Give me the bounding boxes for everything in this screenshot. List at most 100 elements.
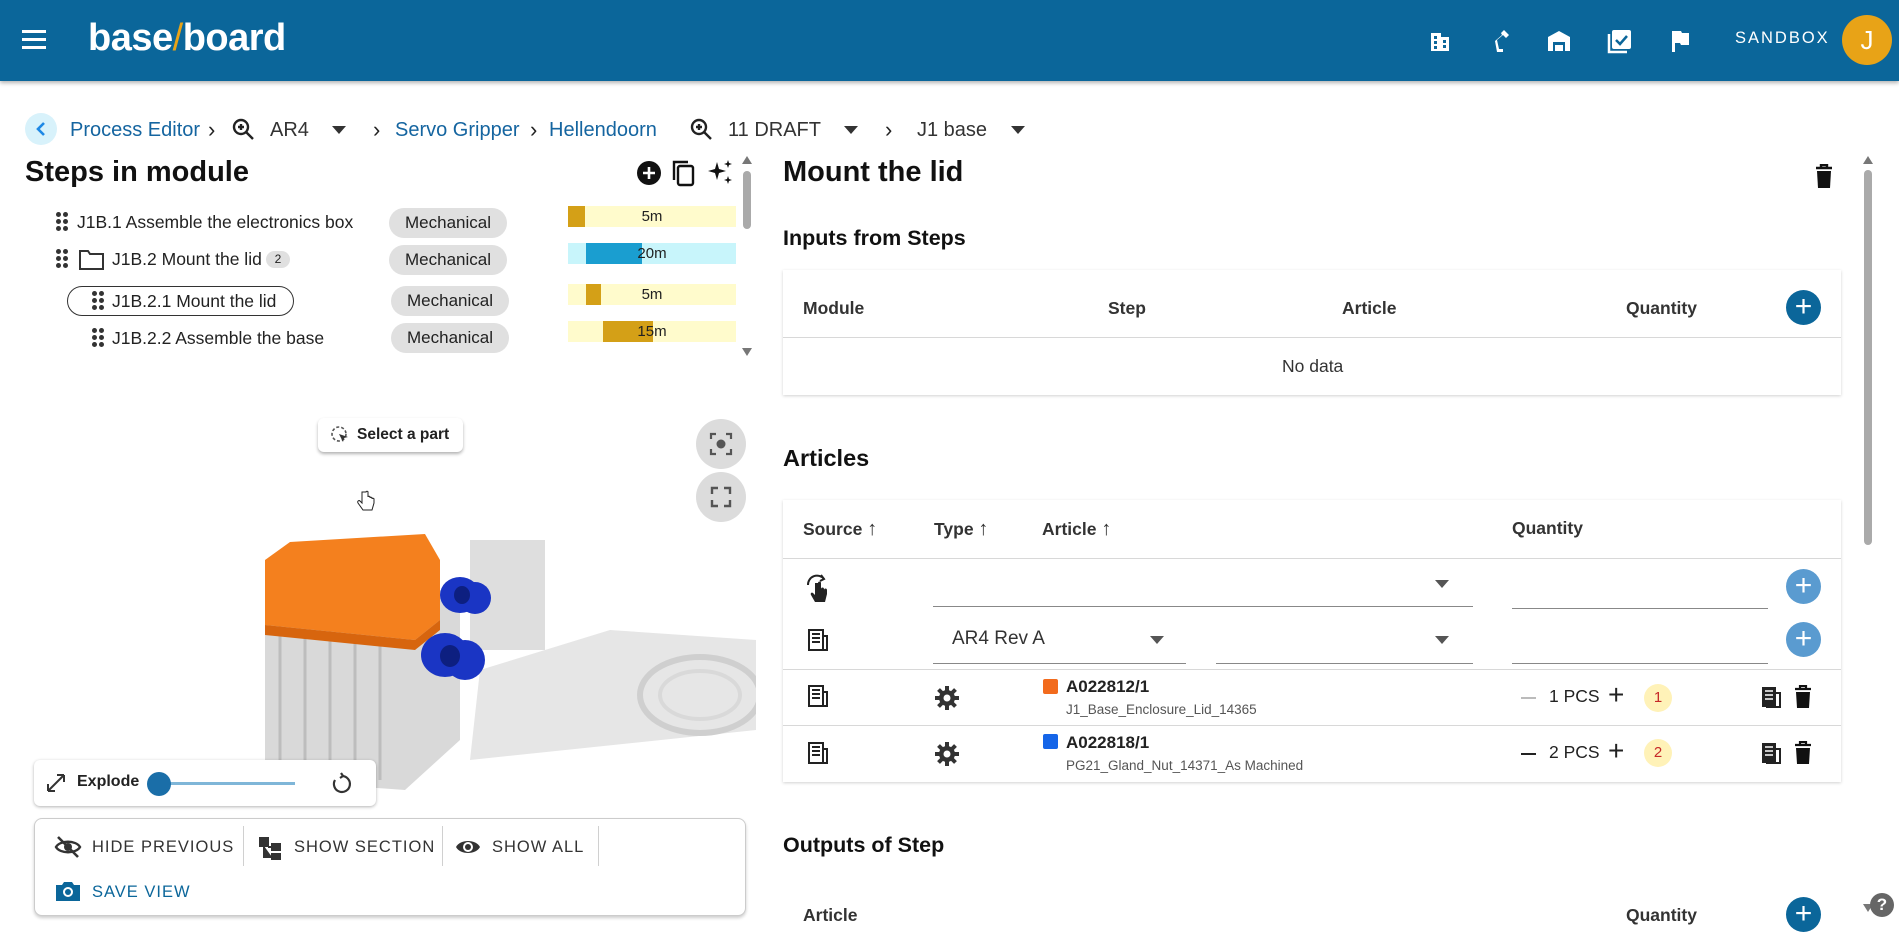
gear-icon <box>935 742 959 766</box>
delete-step-icon[interactable] <box>1813 164 1835 190</box>
article-code[interactable]: A022818/1 <box>1066 733 1149 753</box>
flag-icon[interactable] <box>1668 29 1692 53</box>
drag-handle-icon[interactable] <box>92 291 104 311</box>
breadcrumb-process-editor[interactable]: Process Editor <box>70 118 200 142</box>
ai-sparkle-icon[interactable] <box>705 158 735 188</box>
column-header-sortable[interactable]: Article ↑ <box>1042 518 1111 541</box>
steps-panel-title: Steps in module <box>25 156 249 188</box>
explode-slider-thumb[interactable] <box>147 772 171 796</box>
breadcrumb-module[interactable]: AR4 <box>270 118 309 142</box>
step-duration-bar: 15m <box>568 321 736 342</box>
hide-previous-button[interactable]: HIDE PREVIOUS <box>92 838 234 857</box>
step-detail-title: Mount the lid <box>783 156 964 188</box>
outputs-heading: Outputs of Step <box>783 833 945 857</box>
folder-icon <box>79 250 104 270</box>
hamburger-icon[interactable] <box>22 30 48 50</box>
step-label: J1B.2.2 Assemble the base <box>112 328 325 348</box>
revision-select-value[interactable]: AR4 Rev A <box>952 628 1045 650</box>
breadcrumb-version[interactable]: 11 DRAFT <box>728 118 821 142</box>
chevron-right-icon: › <box>530 117 538 142</box>
drag-handle-icon[interactable] <box>92 328 104 348</box>
decrement-button[interactable] <box>1521 697 1536 699</box>
eye-off-icon <box>54 836 82 858</box>
copy-icon[interactable] <box>670 158 698 188</box>
substep-count-badge: 2 <box>266 251 290 268</box>
dropdown-arrow-icon[interactable] <box>332 126 346 134</box>
dropdown-arrow-icon[interactable] <box>1150 636 1164 644</box>
bom-icon[interactable] <box>1759 685 1783 709</box>
zoom-in-icon[interactable] <box>232 118 256 142</box>
dropdown-arrow-icon[interactable] <box>844 126 858 134</box>
add-input-button[interactable]: + <box>1786 290 1821 325</box>
3d-model-render[interactable] <box>250 520 756 790</box>
detail-scrollbar[interactable] <box>1862 156 1874 916</box>
zoom-in-icon[interactable] <box>690 118 714 142</box>
hand-cursor-icon <box>357 490 375 511</box>
dropdown-arrow-icon[interactable] <box>1011 126 1025 134</box>
drag-handle-icon[interactable] <box>56 249 68 269</box>
step-label: J1B.2.1 Mount the lid <box>112 291 277 311</box>
explode-label: Explode <box>77 773 140 790</box>
fullscreen-button[interactable] <box>696 472 746 522</box>
articles-heading: Articles <box>783 445 870 471</box>
warehouse-icon[interactable] <box>1546 29 1572 53</box>
step-type-chip: Mechanical <box>391 286 509 316</box>
focus-selection-button[interactable] <box>696 419 746 469</box>
step-duration-bar: 5m <box>568 206 736 227</box>
quantity-input[interactable] <box>1512 608 1768 609</box>
bom-article-select[interactable] <box>1216 663 1473 664</box>
chevron-right-icon: › <box>373 117 381 142</box>
bom-source-icon <box>808 629 828 651</box>
app-logo[interactable]: base/board <box>88 16 286 60</box>
building-icon[interactable] <box>1428 29 1452 53</box>
column-header-sortable[interactable]: Type ↑ <box>934 518 988 541</box>
dropdown-arrow-icon[interactable] <box>1435 580 1449 588</box>
add-step-icon[interactable] <box>636 160 662 186</box>
divider <box>783 337 1841 338</box>
dropdown-arrow-icon[interactable] <box>1435 636 1449 644</box>
avatar[interactable]: J <box>1842 15 1892 65</box>
article-code[interactable]: A022812/1 <box>1066 677 1149 697</box>
breadcrumb-submodule[interactable]: J1 base <box>917 118 987 142</box>
environment-label: SANDBOX <box>1735 29 1830 47</box>
increment-button[interactable]: + <box>1608 680 1624 710</box>
breadcrumb-location[interactable]: Hellendoorn <box>549 118 657 142</box>
step-type-chip: Mechanical <box>389 245 507 275</box>
add-bom-article-button[interactable]: + <box>1786 622 1821 657</box>
breadcrumb-product[interactable]: Servo Gripper <box>395 118 520 142</box>
robot-arm-icon[interactable] <box>1487 28 1513 54</box>
chevron-left-icon <box>36 122 45 136</box>
drag-handle-icon[interactable] <box>56 212 68 232</box>
decrement-button[interactable] <box>1521 753 1536 755</box>
expand-diagonal-icon <box>47 774 65 792</box>
show-all-button[interactable]: SHOW ALL <box>492 838 584 857</box>
focus-icon <box>709 432 733 456</box>
column-header-sortable[interactable]: Source ↑ <box>803 518 877 541</box>
articles-table <box>783 500 1841 782</box>
show-section-button[interactable]: SHOW SECTION <box>294 838 435 857</box>
revision-select[interactable] <box>933 663 1186 664</box>
explode-slider-track[interactable] <box>159 782 295 785</box>
article-select[interactable] <box>933 606 1473 607</box>
delete-icon[interactable] <box>1793 741 1813 765</box>
article-color-swatch <box>1043 679 1058 694</box>
reset-icon[interactable] <box>330 772 354 796</box>
help-icon[interactable]: ? <box>1870 893 1894 917</box>
back-button[interactable] <box>25 113 57 145</box>
step-duration-bar: 5m <box>568 284 736 305</box>
explode-control: Explode <box>34 760 376 806</box>
quantity-value: 2 PCS <box>1549 742 1600 762</box>
checklist-icon[interactable] <box>1607 28 1633 54</box>
increment-button[interactable]: + <box>1608 736 1624 766</box>
add-article-button[interactable]: + <box>1786 569 1821 604</box>
delete-icon[interactable] <box>1793 685 1813 709</box>
column-header: Article <box>1342 298 1397 318</box>
save-view-button[interactable]: SAVE VIEW <box>92 883 191 902</box>
add-output-button[interactable]: + <box>1786 897 1821 932</box>
quantity-input[interactable] <box>1512 663 1768 664</box>
bom-source-icon <box>808 685 828 707</box>
quantity-value: 1 PCS <box>1549 686 1600 706</box>
select-part-button[interactable]: Select a part <box>318 418 463 452</box>
bom-icon[interactable] <box>1759 741 1783 765</box>
steps-scrollbar[interactable] <box>742 156 752 356</box>
